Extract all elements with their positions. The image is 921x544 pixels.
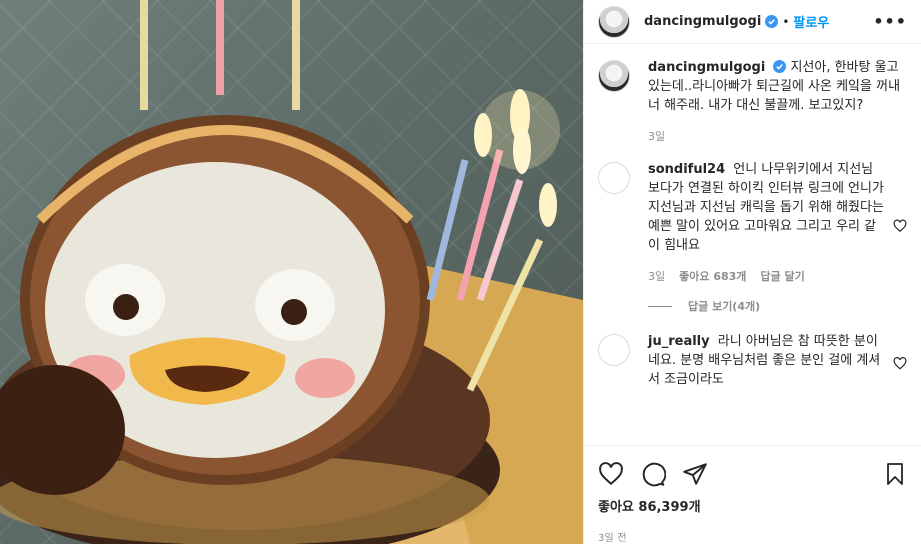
bookmark-icon[interactable] bbox=[883, 461, 907, 487]
author-avatar[interactable] bbox=[598, 5, 630, 38]
cake-illustration bbox=[0, 0, 583, 544]
comment-like-heart-icon[interactable] bbox=[893, 338, 907, 389]
commenter-username[interactable]: sondiful24 bbox=[648, 162, 725, 177]
post-side-panel: dancingmulgogi • 팔로우 ••• dancingmulgogi … bbox=[583, 0, 921, 544]
post-container: dancingmulgogi • 팔로우 ••• dancingmulgogi … bbox=[0, 0, 921, 544]
caption-username[interactable]: dancingmulgogi bbox=[648, 60, 765, 75]
post-photo[interactable] bbox=[0, 0, 583, 544]
caption-time[interactable]: 3일 bbox=[648, 127, 665, 146]
verified-badge-icon bbox=[765, 15, 779, 28]
post-timestamp[interactable]: 3일 전 bbox=[598, 529, 907, 544]
comment-likes[interactable]: 좋아요 683개 bbox=[679, 267, 746, 286]
likes-count[interactable]: 좋아요 86,399개 bbox=[598, 496, 907, 515]
reply-button[interactable]: 답글 달기 bbox=[760, 267, 804, 286]
more-options-button[interactable]: ••• bbox=[873, 12, 907, 31]
commenter-username[interactable]: ju_really bbox=[648, 334, 710, 349]
commenter-avatar[interactable] bbox=[598, 162, 630, 194]
comment-like-heart-icon[interactable] bbox=[893, 166, 907, 286]
replies-divider bbox=[648, 305, 672, 307]
verified-badge-icon bbox=[773, 60, 787, 73]
post-actions: 좋아요 86,399개 3일 전 bbox=[584, 445, 921, 544]
author-username[interactable]: dancingmulgogi bbox=[644, 14, 761, 29]
comment-item: sondiful24 언니 나무위키에서 지선님 보다가 연결된 하이킥 인터뷰… bbox=[598, 160, 907, 286]
action-bar bbox=[598, 454, 907, 494]
separator-dot: • bbox=[782, 14, 790, 29]
view-replies-button[interactable]: 답글 보기(4개) bbox=[648, 298, 907, 314]
share-icon[interactable] bbox=[682, 461, 708, 487]
comment-meta: 3일 좋아요 683개 답글 달기 bbox=[648, 267, 885, 286]
follow-button[interactable]: 팔로우 bbox=[793, 12, 829, 31]
heart-icon[interactable] bbox=[598, 461, 624, 487]
post-header: dancingmulgogi • 팔로우 ••• bbox=[584, 0, 921, 44]
caption-meta: 3일 bbox=[648, 127, 907, 146]
view-replies-label: 답글 보기(4개) bbox=[688, 300, 761, 313]
caption-avatar[interactable] bbox=[598, 60, 630, 92]
comments-section[interactable]: dancingmulgogi 지선아, 한바탕 울고있는데..라니아빠가 퇴근길… bbox=[584, 44, 921, 445]
caption: dancingmulgogi 지선아, 한바탕 울고있는데..라니아빠가 퇴근길… bbox=[598, 58, 907, 146]
commenter-avatar[interactable] bbox=[598, 334, 630, 366]
comment-time[interactable]: 3일 bbox=[648, 267, 665, 286]
comment-icon[interactable] bbox=[640, 461, 666, 487]
comment-item: ju_really 라니 아버님은 참 따뜻한 분이네요. 분명 배우님처럼 좋… bbox=[598, 332, 907, 389]
